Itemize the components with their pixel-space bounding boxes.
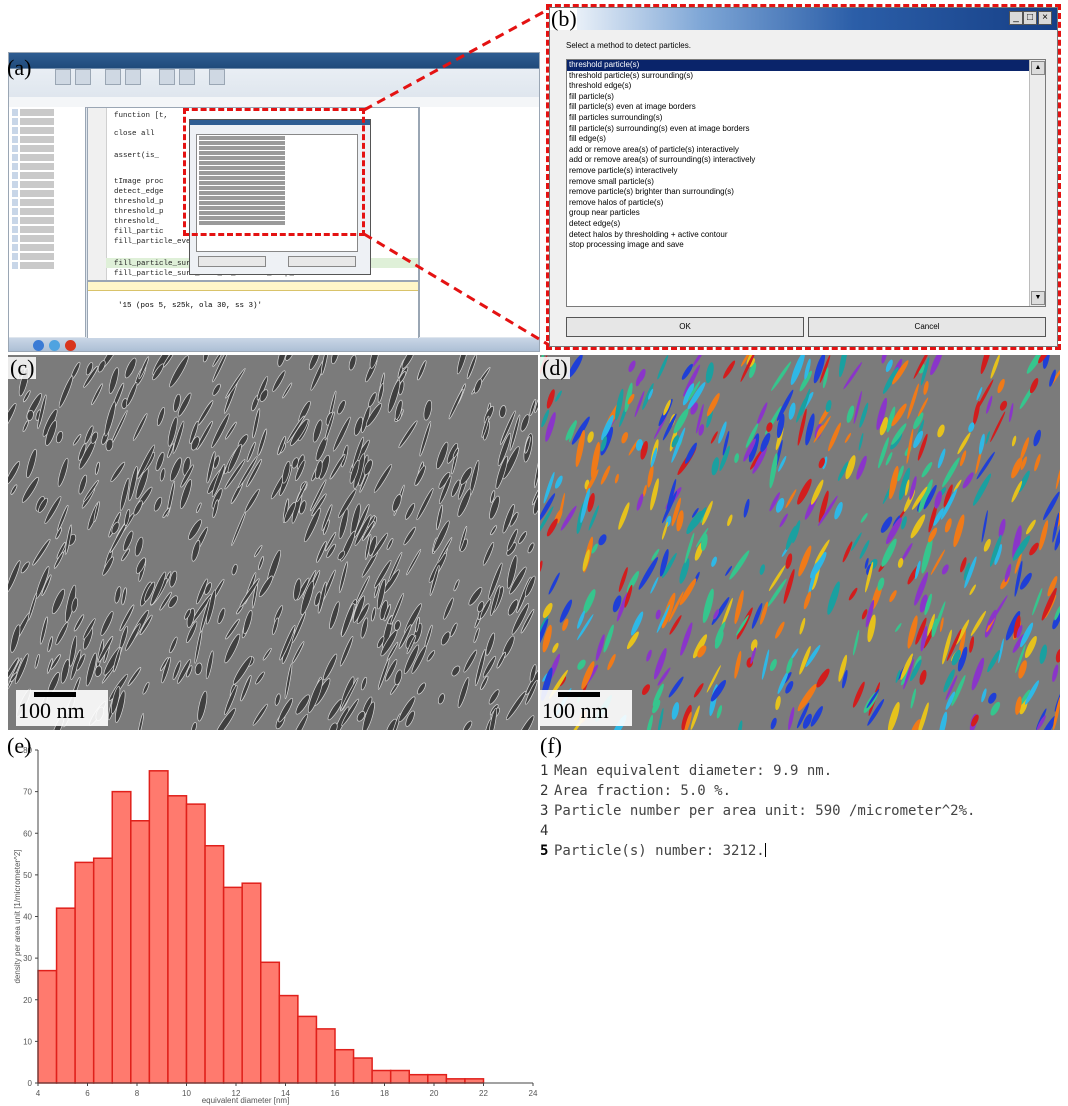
histogram-bar [278, 994, 299, 1084]
x-tick-label: 20 [430, 1089, 439, 1098]
panel-label-e: (e) [7, 733, 32, 758]
histogram-bar [130, 820, 151, 1084]
histogram-bar [464, 1078, 485, 1084]
histogram-bar [389, 1069, 410, 1084]
results-output: 1 Mean equivalent diameter: 9.9 nm. 2 Area… [540, 735, 1060, 885]
x-tick-label: 4 [36, 1089, 41, 1098]
x-tick-label: 24 [529, 1089, 538, 1098]
zoom-target-box [546, 4, 1061, 350]
output-line: 3 Particle number per area unit: 590 /mic… [540, 803, 976, 819]
panel-label-d: (d) [540, 355, 570, 380]
histogram-bar [315, 1028, 336, 1084]
x-tick-label: 8 [135, 1089, 140, 1098]
scale-bar: 100 nm [540, 690, 632, 726]
segmented-micrograph: 100 nm [540, 355, 1060, 730]
text-cursor [764, 843, 766, 857]
histogram-bar [185, 803, 206, 1084]
y-tick-label: 40 [23, 913, 32, 922]
histogram-bar [55, 907, 76, 1084]
histogram-bar [241, 882, 262, 1084]
histogram-bar [204, 844, 225, 1084]
y-tick-label: 0 [28, 1079, 33, 1088]
x-tick-label: 18 [380, 1089, 389, 1098]
histogram-bar [445, 1078, 466, 1084]
panel-label-c: (c) [8, 355, 37, 380]
histogram-bar [408, 1073, 429, 1084]
output-line[interactable]: 5 Particle(s) number: 3212. [540, 843, 766, 859]
y-tick-label: 30 [23, 954, 32, 963]
histogram-bar [148, 770, 169, 1084]
histogram-bar [371, 1069, 392, 1084]
histogram-bar [297, 1015, 318, 1084]
y-tick-label: 10 [23, 1037, 32, 1046]
histogram-bar [167, 795, 188, 1084]
histogram-bar [352, 1057, 373, 1084]
y-tick-label: 70 [23, 788, 32, 797]
particle-texture [8, 355, 538, 730]
histogram-bar [74, 861, 95, 1084]
x-tick-label: 10 [182, 1089, 191, 1098]
scale-bar-line [558, 692, 600, 697]
colored-particles [540, 355, 1060, 730]
y-tick-label: 20 [23, 996, 32, 1005]
x-tick-label: 6 [85, 1089, 90, 1098]
output-line: 1 Mean equivalent diameter: 9.9 nm. [540, 763, 833, 779]
x-axis-label: equivalent diameter [nm] [202, 1096, 290, 1105]
panel-label-f: (f) [540, 733, 562, 758]
sem-micrograph: 100 nm [8, 355, 538, 730]
y-tick-label: 50 [23, 871, 32, 880]
x-tick-label: 22 [479, 1089, 488, 1098]
histogram-bar [111, 790, 132, 1084]
diameter-histogram: 0 10 20 30 40 50 60 70 80 4 6 8 10 12 14 16 18 20 22 24 equi… [8, 735, 538, 1105]
histogram-chart: 010203040506070804 6 8 10 12 14 16 18 20 22 24equi… [13, 746, 538, 1105]
y-axis-label: density per area unit [1/micrometer^2] [13, 849, 22, 983]
scale-bar-line [34, 692, 76, 697]
output-line: 2 Area fraction: 5.0 %. [540, 783, 732, 799]
histogram-bar [37, 969, 58, 1084]
histogram-bar [260, 961, 281, 1084]
histogram-bar [334, 1048, 355, 1084]
histogram-bar [427, 1073, 448, 1084]
x-tick-label: 16 [331, 1089, 340, 1098]
panel-label-b: (b) [551, 6, 577, 31]
scale-bar: 100 nm [16, 690, 108, 726]
scale-bar-label: 100 nm [542, 698, 609, 723]
scale-bar-label: 100 nm [18, 698, 85, 723]
y-tick-label: 60 [23, 829, 32, 838]
histogram-bar [222, 886, 243, 1084]
histogram-bar [92, 857, 113, 1084]
output-line: 4 [540, 823, 549, 839]
